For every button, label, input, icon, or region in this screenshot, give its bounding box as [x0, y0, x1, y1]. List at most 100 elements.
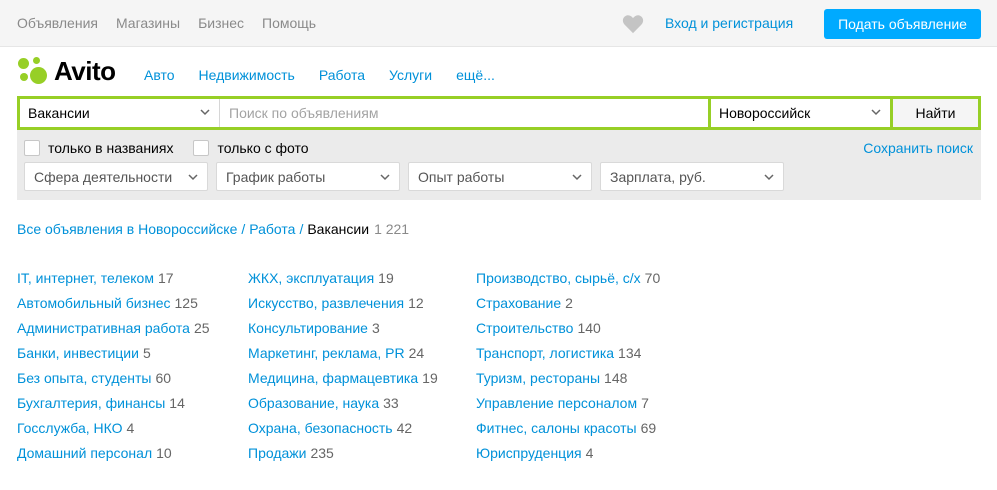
category-item[interactable]: Производство, сырьё, с/х 70	[476, 270, 660, 295]
main-nav: Авто Недвижимость Работа Услуги ещё...	[144, 67, 519, 83]
category-link[interactable]: Без опыта, студенты	[17, 370, 152, 386]
nav-more[interactable]: ещё...	[456, 67, 495, 83]
category-item[interactable]: Фитнес, салоны красоты 69	[476, 420, 660, 445]
category-item[interactable]: IT, интернет, телеком 17	[17, 270, 210, 295]
category-count: 69	[640, 420, 657, 436]
category-link[interactable]: Транспорт, логистика	[476, 345, 614, 361]
category-link[interactable]: Продажи	[248, 445, 306, 461]
breadcrumb-current: Вакансии	[307, 221, 370, 237]
category-item[interactable]: Банки, инвестиции 5	[17, 345, 210, 370]
category-item[interactable]: Управление персоналом 7	[476, 395, 660, 420]
category-count: 140	[577, 320, 601, 336]
category-count: 17	[157, 270, 174, 286]
breadcrumb-all-ads[interactable]: Все объявления в Новороссийске	[17, 221, 237, 237]
category-link[interactable]: Автомобильный бизнес	[17, 295, 171, 311]
filter-field-of-activity[interactable]: Сфера деятельности	[24, 162, 208, 191]
filters-row: Сфера деятельности График работы Опыт ра…	[24, 162, 784, 191]
with-photo-checkbox[interactable]: только с фото	[193, 140, 309, 156]
search-row: Вакансии Новороссийск Найти	[17, 96, 981, 130]
category-column-2: ЖКХ, эксплуатация 19 Искусство, развлечен…	[248, 270, 438, 470]
category-link[interactable]: Бухгалтерия, финансы	[17, 395, 165, 411]
filter-experience[interactable]: Опыт работы	[408, 162, 592, 191]
top-nav-ads[interactable]: Объявления	[17, 15, 98, 31]
chevron-down-icon	[380, 174, 390, 181]
nav-jobs[interactable]: Работа	[319, 67, 365, 83]
filter-salary[interactable]: Зарплата, руб.	[600, 162, 784, 191]
filter-label: Опыт работы	[418, 168, 505, 185]
category-link[interactable]: Производство, сырьё, с/х	[476, 270, 641, 286]
city-select[interactable]: Новороссийск	[711, 99, 893, 127]
logo-text: Avito	[54, 55, 116, 86]
category-item[interactable]: Транспорт, логистика 134	[476, 345, 660, 370]
category-item[interactable]: Искусство, развлечения 12	[248, 295, 438, 320]
nav-realty[interactable]: Недвижимость	[199, 67, 295, 83]
search-panel: Вакансии Новороссийск Найти только в наз…	[17, 96, 981, 200]
top-nav-business[interactable]: Бизнес	[198, 15, 244, 31]
category-link[interactable]: ЖКХ, эксплуатация	[248, 270, 374, 286]
category-link[interactable]: Строительство	[476, 320, 573, 336]
category-item[interactable]: Медицина, фармацевтика 19	[248, 370, 438, 395]
login-link[interactable]: Вход и регистрация	[665, 15, 793, 31]
category-link[interactable]: Туризм, рестораны	[476, 370, 600, 386]
find-button[interactable]: Найти	[893, 99, 978, 127]
post-ad-button[interactable]: Подать объявление	[824, 9, 981, 39]
category-item[interactable]: Автомобильный бизнес 125	[17, 295, 210, 320]
category-item[interactable]: Строительство 140	[476, 320, 660, 345]
save-search-link[interactable]: Сохранить поиск	[863, 140, 973, 156]
category-link[interactable]: IT, интернет, телеком	[17, 270, 154, 286]
heart-icon[interactable]	[622, 14, 644, 34]
category-count: 25	[193, 320, 210, 336]
category-link[interactable]: Фитнес, салоны красоты	[476, 420, 637, 436]
category-item[interactable]: Маркетинг, реклама, PR 24	[248, 345, 438, 370]
breadcrumb-separator: /	[241, 221, 246, 237]
category-select-value: Вакансии	[28, 105, 90, 121]
category-link[interactable]: Охрана, безопасность	[248, 420, 393, 436]
checkbox-box[interactable]	[24, 140, 40, 156]
category-link[interactable]: Страхование	[476, 295, 561, 311]
category-count: 33	[383, 395, 399, 411]
category-item[interactable]: Образование, наука 33	[248, 395, 438, 420]
category-link[interactable]: Искусство, развлечения	[248, 295, 404, 311]
category-link[interactable]: Административная работа	[17, 320, 190, 336]
category-select[interactable]: Вакансии	[20, 99, 220, 127]
category-count: 70	[644, 270, 661, 286]
category-link[interactable]: Банки, инвестиции	[17, 345, 139, 361]
filter-schedule[interactable]: График работы	[216, 162, 400, 191]
category-item[interactable]: Госслужба, НКО 4	[17, 420, 210, 445]
only-titles-checkbox[interactable]: только в названиях	[24, 140, 173, 156]
breadcrumb-jobs[interactable]: Работа	[249, 221, 295, 237]
category-count: 4	[585, 445, 594, 461]
filter-label: График работы	[226, 168, 326, 185]
category-link[interactable]: Консультирование	[248, 320, 368, 336]
category-link[interactable]: Медицина, фармацевтика	[248, 370, 418, 386]
category-link[interactable]: Юриспруденция	[476, 445, 582, 461]
category-item[interactable]: Охрана, безопасность 42	[248, 420, 438, 445]
avito-logo[interactable]: Avito	[17, 56, 116, 86]
search-input[interactable]	[220, 99, 711, 127]
category-count: 4	[126, 420, 135, 436]
category-item[interactable]: Страхование 2	[476, 295, 660, 320]
category-item[interactable]: Бухгалтерия, финансы 14	[17, 395, 210, 420]
category-count: 235	[310, 445, 334, 461]
logo-dots-icon	[17, 56, 47, 86]
category-item[interactable]: Туризм, рестораны 148	[476, 370, 660, 395]
category-link[interactable]: Домашний персонал	[17, 445, 152, 461]
category-item[interactable]: Без опыта, студенты 60	[17, 370, 210, 395]
category-link[interactable]: Госслужба, НКО	[17, 420, 123, 436]
results-count: 1 221	[374, 221, 410, 237]
nav-auto[interactable]: Авто	[144, 67, 175, 83]
checkbox-box[interactable]	[193, 140, 210, 156]
category-link[interactable]: Маркетинг, реклама, PR	[248, 345, 405, 361]
category-item[interactable]: Консультирование 3	[248, 320, 438, 345]
category-link[interactable]: Образование, наука	[248, 395, 379, 411]
top-nav-help[interactable]: Помощь	[262, 15, 316, 31]
category-link[interactable]: Управление персоналом	[476, 395, 637, 411]
category-count: 12	[408, 295, 424, 311]
nav-services[interactable]: Услуги	[389, 67, 432, 83]
category-item[interactable]: Домашний персонал 10	[17, 445, 210, 470]
top-nav-shops[interactable]: Магазины	[116, 15, 180, 31]
category-item[interactable]: ЖКХ, эксплуатация 19	[248, 270, 438, 295]
category-item[interactable]: Продажи 235	[248, 445, 438, 470]
category-item[interactable]: Юриспруденция 4	[476, 445, 660, 470]
category-item[interactable]: Административная работа 25	[17, 320, 210, 345]
